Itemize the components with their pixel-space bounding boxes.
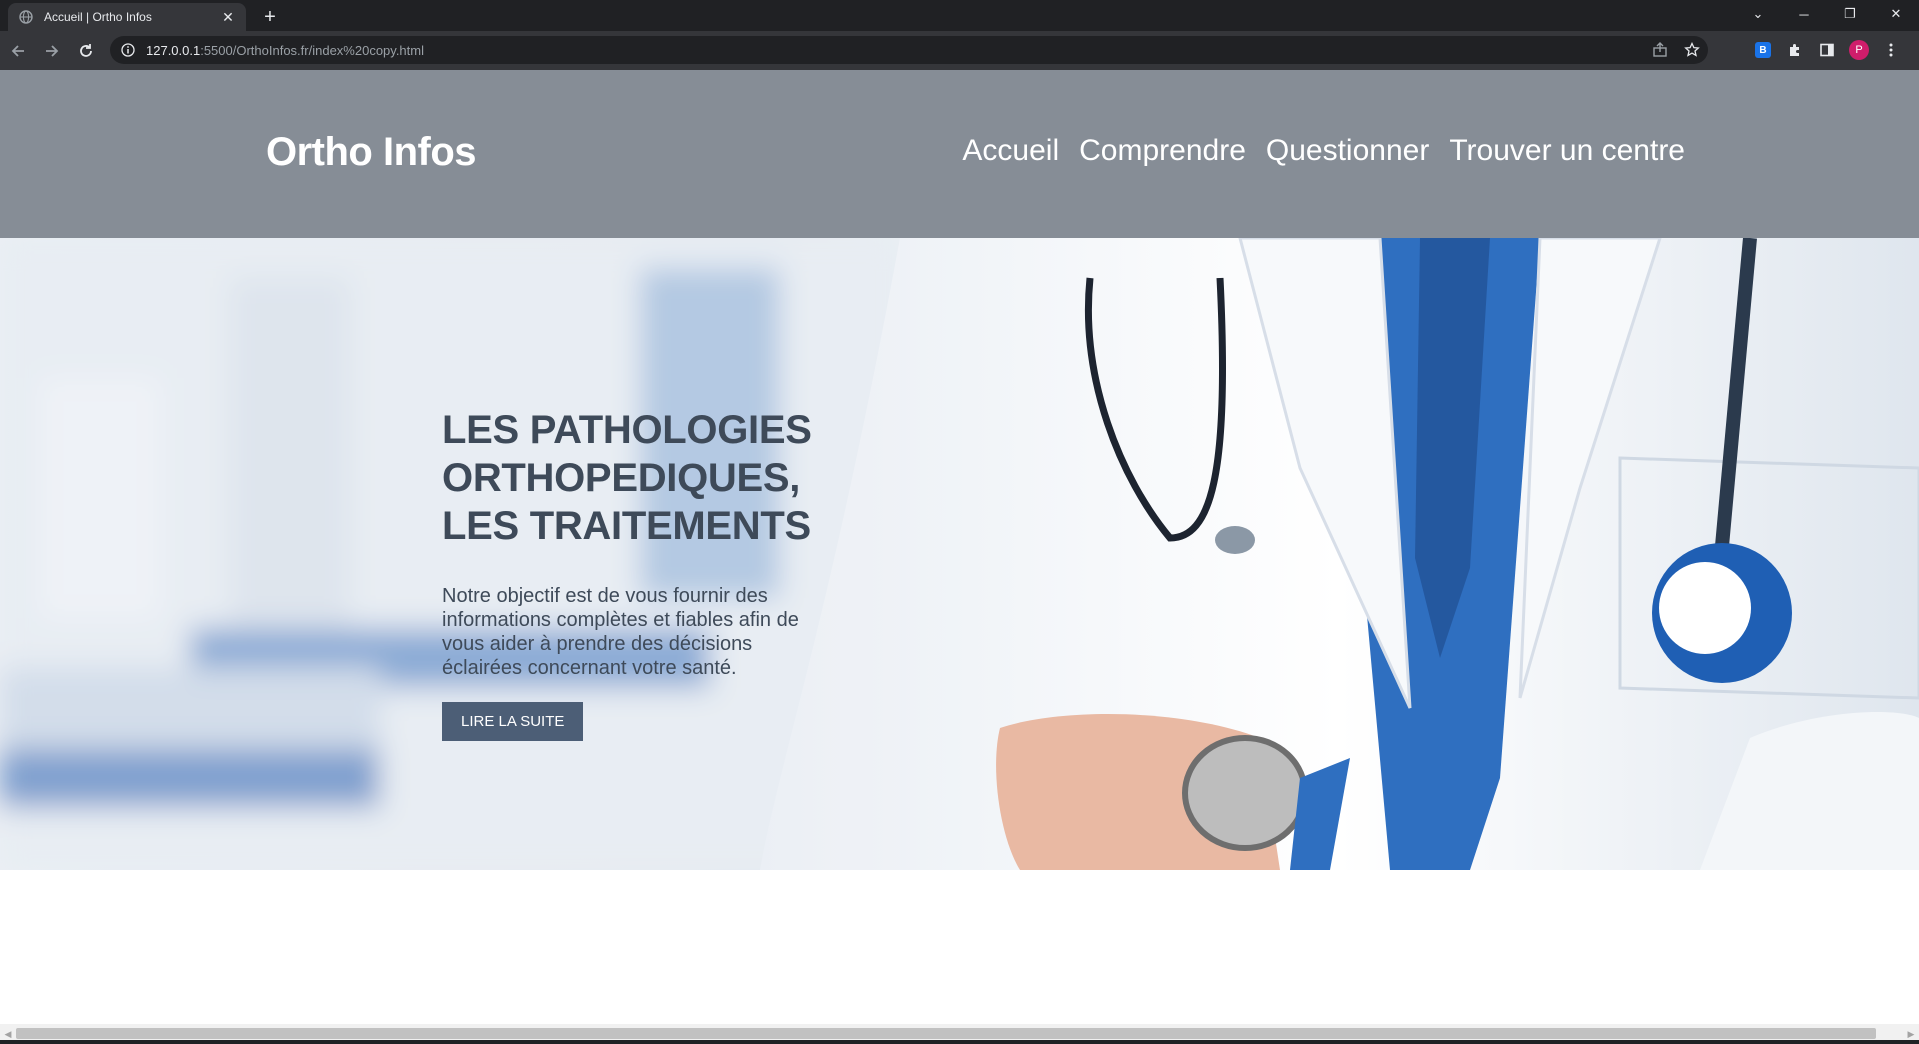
tab-title: Accueil | Ortho Infos: [44, 10, 152, 24]
globe-icon: [18, 9, 34, 25]
window-bottom-edge: [0, 1040, 1919, 1044]
nav-link-questionner[interactable]: Questionner: [1266, 134, 1429, 168]
browser-toolbar: 127.0.0.1 :5500/OrthoInfos.fr/index%20co…: [0, 31, 1919, 70]
read-more-button[interactable]: LIRE LA SUITE: [442, 702, 584, 741]
page-viewport: Ortho Infos Accueil Comprendre Questionn…: [0, 70, 1919, 1024]
new-tab-button[interactable]: +: [258, 5, 282, 29]
hero-section: LES PATHOLOGIES ORTHOPEDIQUES, LES TRAIT…: [0, 238, 1919, 870]
restore-button[interactable]: ❐: [1827, 0, 1873, 28]
nav-link-accueil[interactable]: Accueil: [962, 134, 1059, 168]
close-icon[interactable]: ✕: [220, 9, 236, 25]
browser-tabstrip: Accueil | Ortho Infos ✕ + ⌄ ─ ❐ ✕: [0, 0, 1919, 31]
hero-description: Notre objectif est de vous fournir des i…: [442, 585, 799, 679]
avatar[interactable]: P: [1848, 36, 1870, 64]
scrollbar-thumb[interactable]: [16, 1028, 1876, 1039]
minimize-button[interactable]: ─: [1781, 0, 1827, 28]
hero-content: LES PATHOLOGIES ORTHOPEDIQUES, LES TRAIT…: [442, 406, 822, 741]
puzzle-icon[interactable]: [1784, 36, 1806, 64]
forward-button[interactable]: [36, 35, 68, 67]
address-bar[interactable]: 127.0.0.1 :5500/OrthoInfos.fr/index%20co…: [110, 36, 1708, 64]
site-header: Ortho Infos Accueil Comprendre Questionn…: [0, 70, 1919, 238]
share-icon[interactable]: [1650, 40, 1670, 60]
scroll-right-arrow-icon[interactable]: ▶: [1905, 1028, 1917, 1040]
hero-doctor-image: [0, 238, 1919, 870]
nav-link-comprendre[interactable]: Comprendre: [1079, 134, 1246, 168]
bookmark-star-icon[interactable]: [1682, 40, 1702, 60]
hero-title: LES PATHOLOGIES ORTHOPEDIQUES, LES TRAIT…: [442, 408, 812, 548]
browser-tab[interactable]: Accueil | Ortho Infos ✕: [8, 3, 246, 31]
extension-icon[interactable]: B: [1752, 36, 1774, 64]
back-button[interactable]: [2, 35, 34, 67]
main-nav: Accueil Comprendre Questionner Trouver u…: [962, 134, 1685, 168]
window-controls: ⌄ ─ ❐ ✕: [1735, 0, 1919, 28]
url-path: :5500/OrthoInfos.fr/index%20copy.html: [200, 42, 424, 58]
kebab-menu-icon[interactable]: [1880, 36, 1902, 64]
close-window-button[interactable]: ✕: [1873, 0, 1919, 28]
reload-button[interactable]: [70, 35, 102, 67]
nav-link-trouver-un-centre[interactable]: Trouver un centre: [1449, 134, 1685, 168]
url-host: 127.0.0.1: [146, 42, 201, 58]
tab-search-icon[interactable]: ⌄: [1735, 0, 1781, 28]
site-info-icon[interactable]: [120, 42, 136, 58]
scroll-left-arrow-icon[interactable]: ◀: [2, 1028, 14, 1040]
site-logo[interactable]: Ortho Infos: [266, 130, 477, 175]
side-panel-icon[interactable]: [1816, 36, 1838, 64]
